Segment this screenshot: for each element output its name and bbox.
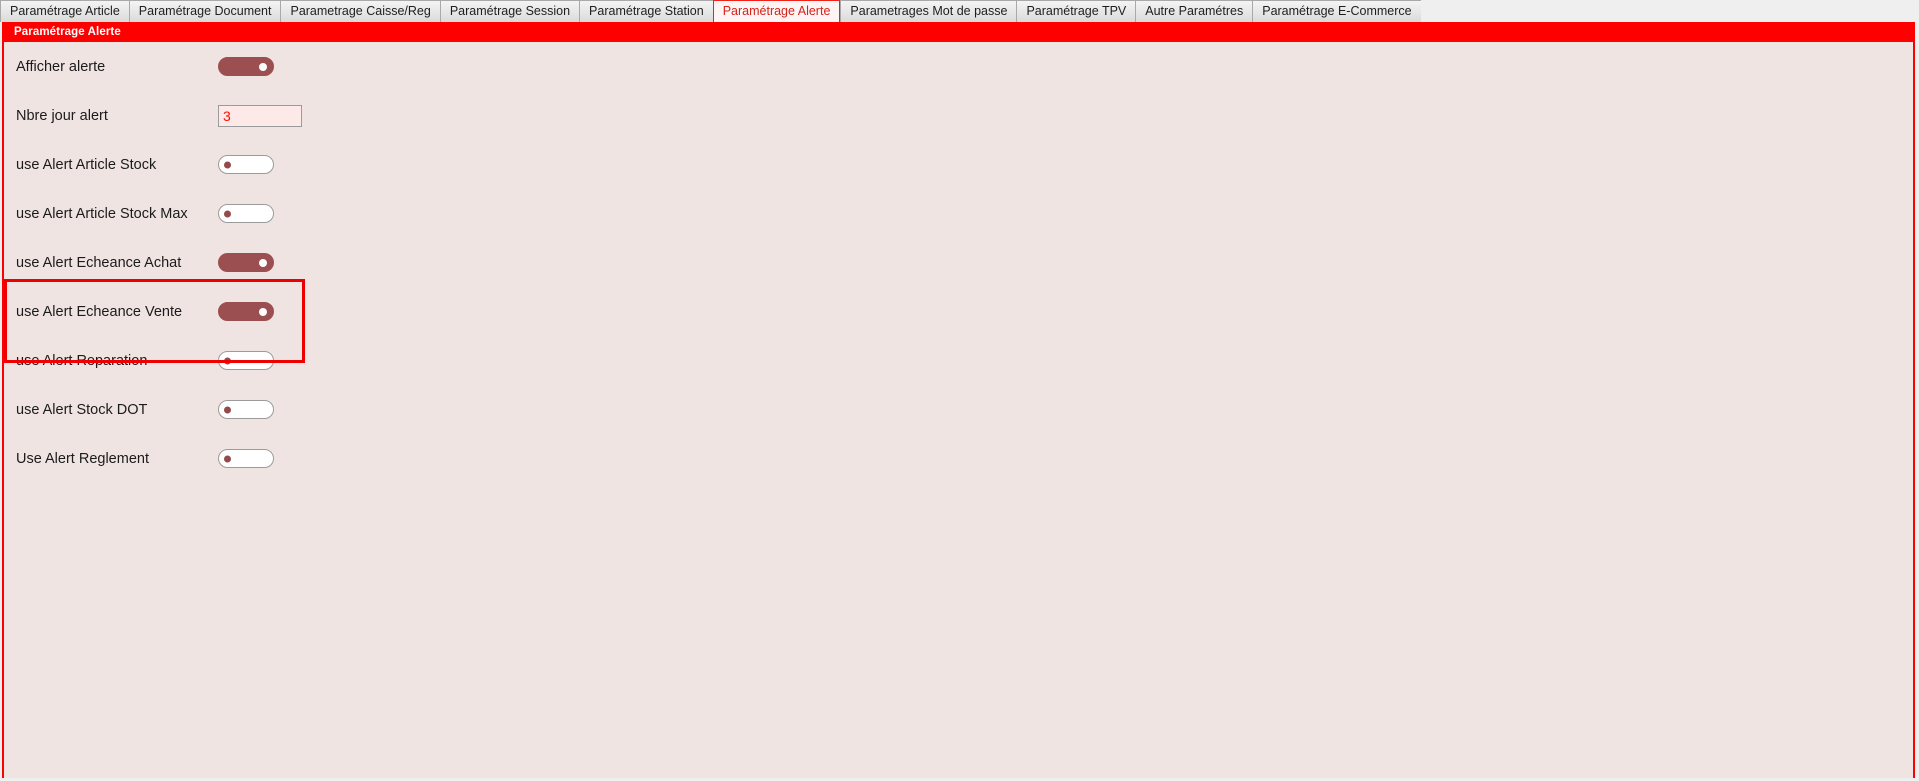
alert-settings-form: Afficher alerte Nbre jour alert use Alert … bbox=[4, 42, 344, 483]
setting-row-nbre-jour-alert: Nbre jour alert bbox=[4, 91, 344, 140]
toggle-use-alert-echeance-vente[interactable] bbox=[218, 302, 274, 321]
tab-param-trage-station[interactable]: Paramétrage Station bbox=[579, 0, 713, 22]
setting-label-use-alert-reglement: Use Alert Reglement bbox=[16, 450, 149, 467]
input-nbre-jour-alert[interactable] bbox=[218, 104, 302, 127]
setting-row-use-alert-article-stock-max: use Alert Article Stock Max bbox=[4, 189, 344, 238]
tab-autre-param-tres[interactable]: Autre Paramétres bbox=[1135, 0, 1253, 22]
setting-label-use-alert-echeance-achat: use Alert Echeance Achat bbox=[16, 254, 182, 271]
tab-param-trage-e-commerce[interactable]: Paramétrage E-Commerce bbox=[1252, 0, 1421, 22]
toggle-use-alert-article-stock[interactable] bbox=[218, 155, 274, 174]
setting-row-use-alert-echeance-achat: use Alert Echeance Achat bbox=[4, 238, 344, 287]
setting-label-nbre-jour-alert: Nbre jour alert bbox=[16, 107, 108, 124]
tab-param-trage-alerte[interactable]: Paramétrage Alerte bbox=[712, 0, 841, 22]
toggle-knob-icon bbox=[224, 210, 231, 217]
toggle-use-alert-reparation[interactable] bbox=[218, 351, 274, 370]
tab-parametrage-caisse-reg[interactable]: Parametrage Caisse/Reg bbox=[280, 0, 440, 22]
tab-param-trage-article[interactable]: Paramétrage Article bbox=[0, 0, 129, 22]
toggle-knob-icon bbox=[224, 161, 231, 168]
toggle-knob-icon bbox=[259, 258, 267, 267]
tab-param-trage-session[interactable]: Paramétrage Session bbox=[439, 0, 580, 22]
setting-row-use-alert-echeance-vente: use Alert Echeance Vente bbox=[4, 287, 344, 336]
setting-row-use-alert-stock-dot: use Alert Stock DOT bbox=[4, 385, 344, 434]
toggle-use-alert-echeance-achat[interactable] bbox=[218, 253, 274, 272]
parametrage-alerte-panel: Paramétrage Alerte Afficher alerte Nbre j… bbox=[2, 22, 1915, 778]
tab-param-trage-document[interactable]: Paramétrage Document bbox=[128, 0, 281, 22]
toggle-use-alert-reglement[interactable] bbox=[218, 449, 274, 468]
tab-bar: Paramétrage Article Paramétrage Document P… bbox=[0, 0, 1919, 22]
toggle-knob-icon bbox=[224, 357, 231, 364]
setting-label-use-alert-reparation: use Alert Reparation bbox=[16, 352, 148, 369]
toggle-use-alert-article-stock-max[interactable] bbox=[218, 204, 274, 223]
toggle-knob-icon bbox=[259, 307, 267, 316]
setting-row-use-alert-reglement: Use Alert Reglement bbox=[4, 434, 344, 483]
toggle-use-alert-stock-dot[interactable] bbox=[218, 400, 274, 419]
setting-row-use-alert-article-stock: use Alert Article Stock bbox=[4, 140, 344, 189]
setting-label-afficher-alerte: Afficher alerte bbox=[16, 58, 106, 75]
setting-label-use-alert-article-stock-max: use Alert Article Stock Max bbox=[16, 205, 188, 222]
tab-param-trage-tpv[interactable]: Paramétrage TPV bbox=[1016, 0, 1136, 22]
toggle-knob-icon bbox=[224, 406, 231, 413]
toggle-knob-icon bbox=[259, 62, 267, 71]
toggle-knob-icon bbox=[224, 455, 231, 462]
setting-row-afficher-alerte: Afficher alerte bbox=[4, 42, 344, 91]
panel-title: Paramétrage Alerte bbox=[4, 24, 1913, 42]
panel-body: Afficher alerte Nbre jour alert use Alert … bbox=[4, 42, 1913, 778]
toggle-afficher-alerte[interactable] bbox=[218, 57, 274, 76]
setting-row-use-alert-reparation: use Alert Reparation bbox=[4, 336, 344, 385]
tab-bar-filler bbox=[1420, 0, 1919, 22]
tab-parametrages-mot-de-passe[interactable]: Parametrages Mot de passe bbox=[840, 0, 1017, 22]
setting-label-use-alert-echeance-vente: use Alert Echeance Vente bbox=[16, 303, 183, 320]
setting-label-use-alert-stock-dot: use Alert Stock DOT bbox=[16, 401, 148, 418]
setting-label-use-alert-article-stock: use Alert Article Stock bbox=[16, 156, 157, 173]
